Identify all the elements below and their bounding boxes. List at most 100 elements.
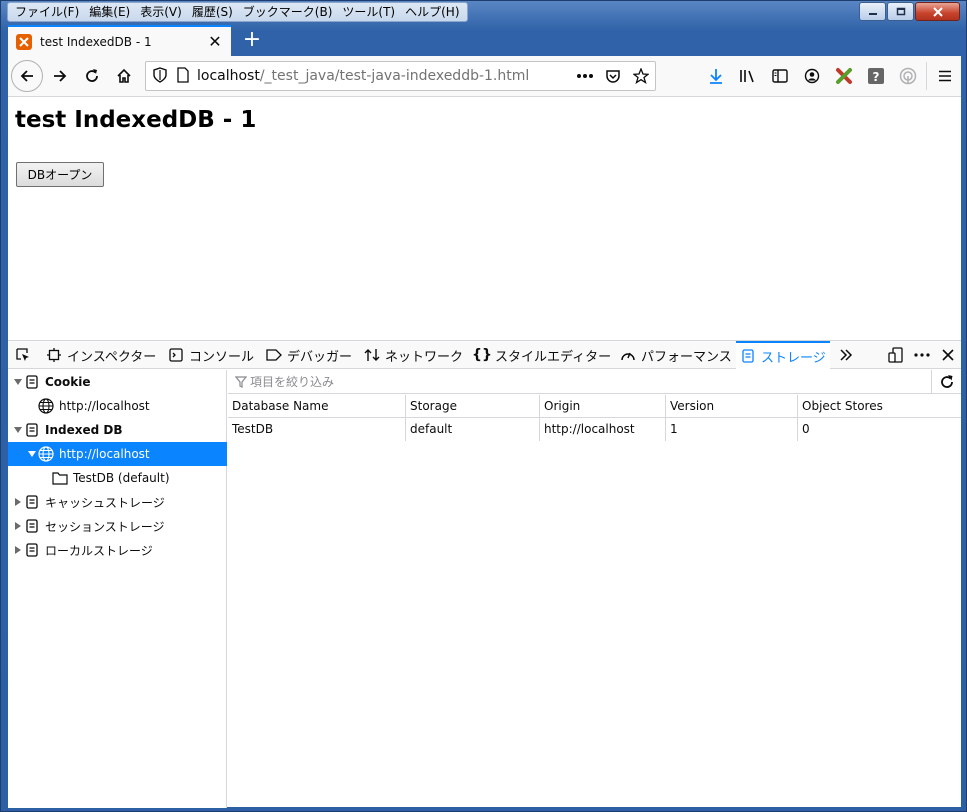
storage-icon xyxy=(24,542,40,558)
account-button[interactable] xyxy=(796,60,828,92)
menu-edit[interactable]: 編集(E) xyxy=(84,3,135,21)
column-header-origin[interactable]: Origin xyxy=(540,395,666,418)
menu-bar: ファイル(F) 編集(E) 表示(V) 履歴(S) ブックマーク(B) ツール(… xyxy=(7,2,468,22)
twisty-expanded-icon[interactable] xyxy=(12,376,24,388)
bookmark-star-icon[interactable] xyxy=(627,68,655,84)
menu-help[interactable]: ヘルプ(H) xyxy=(400,3,464,21)
tab-title: test IndexedDB - 1 xyxy=(40,34,152,49)
table-row[interactable]: TestDB default http://localhost 1 0 xyxy=(228,418,961,441)
column-header-version[interactable]: Version xyxy=(666,395,798,418)
column-header-storage[interactable]: Storage xyxy=(406,395,540,418)
menu-view[interactable]: 表示(V) xyxy=(135,3,187,21)
tree-item-indexeddb[interactable]: Indexed DB xyxy=(8,418,227,442)
tab-performance[interactable]: パフォーマンス xyxy=(620,341,732,369)
cell-object-stores: 0 xyxy=(802,422,810,436)
tree-item-label: Cookie xyxy=(45,375,91,389)
tab-close-icon[interactable]: ✕ xyxy=(207,32,223,51)
extension-help-button[interactable]: ? xyxy=(860,60,892,92)
refresh-button[interactable] xyxy=(931,370,961,394)
storage-icon xyxy=(24,518,40,534)
tree-item-label: TestDB (default) xyxy=(73,471,170,485)
menu-history[interactable]: 履歴(S) xyxy=(187,3,238,21)
library-icon xyxy=(740,70,754,83)
back-button[interactable] xyxy=(11,60,43,92)
db-open-button[interactable]: DBオープン xyxy=(16,162,104,187)
devtools-controls xyxy=(883,341,961,369)
twisty-expanded-icon[interactable] xyxy=(26,448,38,460)
extension-x-icon xyxy=(836,68,852,84)
home-button[interactable] xyxy=(109,61,139,91)
tab-network[interactable]: ネットワーク xyxy=(364,341,463,369)
tree-item-label: キャッシュストレージ xyxy=(45,495,165,510)
tree-item-cookie-localhost[interactable]: http://localhost xyxy=(8,394,227,418)
tab-test-indexeddb[interactable]: test IndexedDB - 1 ✕ xyxy=(8,25,231,56)
twisty-collapsed-icon[interactable] xyxy=(12,520,24,532)
menu-bookmarks[interactable]: ブックマーク(B) xyxy=(238,3,338,21)
library-button[interactable] xyxy=(732,60,764,92)
inspector-icon xyxy=(46,347,62,363)
tab-debugger[interactable]: デバッガー xyxy=(266,341,352,369)
twisty-expanded-icon[interactable] xyxy=(12,424,24,436)
browser-window: ファイル(F) 編集(E) 表示(V) 履歴(S) ブックマーク(B) ツール(… xyxy=(0,0,967,812)
responsive-design-button[interactable] xyxy=(883,342,909,368)
tree-item-session-storage[interactable]: セッションストレージ xyxy=(8,514,227,538)
close-window-button[interactable] xyxy=(915,2,960,21)
tree-item-label: http://localhost xyxy=(59,447,150,461)
forward-button[interactable] xyxy=(45,61,75,91)
sidebar-button[interactable] xyxy=(764,60,796,92)
more-tabs-button[interactable] xyxy=(838,341,859,369)
column-header-object-stores[interactable]: Object Stores xyxy=(798,395,961,418)
tree-item-indexeddb-localhost[interactable]: http://localhost xyxy=(8,442,227,466)
network-icon xyxy=(364,347,380,363)
tab-storage-label: ストレージ xyxy=(761,350,826,366)
globe-icon xyxy=(38,446,54,462)
tab-inspector[interactable]: インスペクター xyxy=(46,341,156,369)
globe-icon xyxy=(38,398,54,414)
download-arrow-icon xyxy=(710,69,722,84)
filter-input[interactable]: 項目を絞り込み xyxy=(250,373,334,390)
column-header-database-name[interactable]: Database Name xyxy=(228,395,406,418)
tree-item-cookie[interactable]: Cookie xyxy=(8,370,227,394)
menu-tools[interactable]: ツール(T) xyxy=(337,3,400,21)
tree-item-label: http://localhost xyxy=(59,399,150,413)
tab-console[interactable]: コンソール xyxy=(168,341,254,369)
devtools-menu-button[interactable] xyxy=(909,342,935,368)
downloads-button[interactable] xyxy=(700,60,732,92)
tab-debugger-label: デバッガー xyxy=(287,349,353,365)
cell-storage: default xyxy=(406,418,540,441)
tree-item-local-storage[interactable]: ローカルストレージ xyxy=(8,538,227,562)
twisty-collapsed-icon[interactable] xyxy=(12,496,24,508)
element-picker-button[interactable] xyxy=(12,345,34,365)
app-menu-button[interactable] xyxy=(929,60,961,92)
tab-performance-label: パフォーマンス xyxy=(641,349,732,365)
tree-item-cache-storage[interactable]: キャッシュストレージ xyxy=(8,490,227,514)
tab-storage[interactable]: ストレージ xyxy=(736,341,830,369)
url-bar[interactable]: localhost/_test_java/test-java-indexeddb… xyxy=(145,61,656,91)
hotspot-icon xyxy=(899,67,917,85)
page-heading: test IndexedDB - 1 xyxy=(15,107,257,133)
new-tab-button[interactable]: + xyxy=(238,27,266,55)
tree-item-testdb[interactable]: TestDB (default) xyxy=(8,466,227,490)
twisty-collapsed-icon[interactable] xyxy=(12,544,24,556)
menu-file[interactable]: ファイル(F) xyxy=(10,3,84,21)
double-chevron-icon xyxy=(838,347,854,363)
maximize-button[interactable] xyxy=(887,2,914,21)
refresh-icon xyxy=(940,375,953,388)
reload-icon xyxy=(86,69,98,82)
tracking-shield-icon[interactable] xyxy=(153,66,167,86)
page-info-icon[interactable] xyxy=(177,66,189,86)
sidebar-icon xyxy=(772,69,788,83)
minimize-icon xyxy=(868,12,877,15)
page-actions-icon[interactable] xyxy=(571,73,599,79)
devtools-close-button[interactable] xyxy=(935,342,961,368)
pocket-icon[interactable] xyxy=(599,68,627,84)
tab-style-editor[interactable]: {} スタイルエディター xyxy=(472,341,611,369)
storage-icon xyxy=(24,494,40,510)
extension-hotspot-button[interactable] xyxy=(892,60,924,92)
minimize-button[interactable] xyxy=(859,2,886,21)
extension-x-button[interactable] xyxy=(828,60,860,92)
close-icon xyxy=(932,6,943,17)
filter-funnel-icon xyxy=(235,375,247,388)
performance-gauge-icon xyxy=(620,347,636,363)
reload-button[interactable] xyxy=(77,61,107,91)
